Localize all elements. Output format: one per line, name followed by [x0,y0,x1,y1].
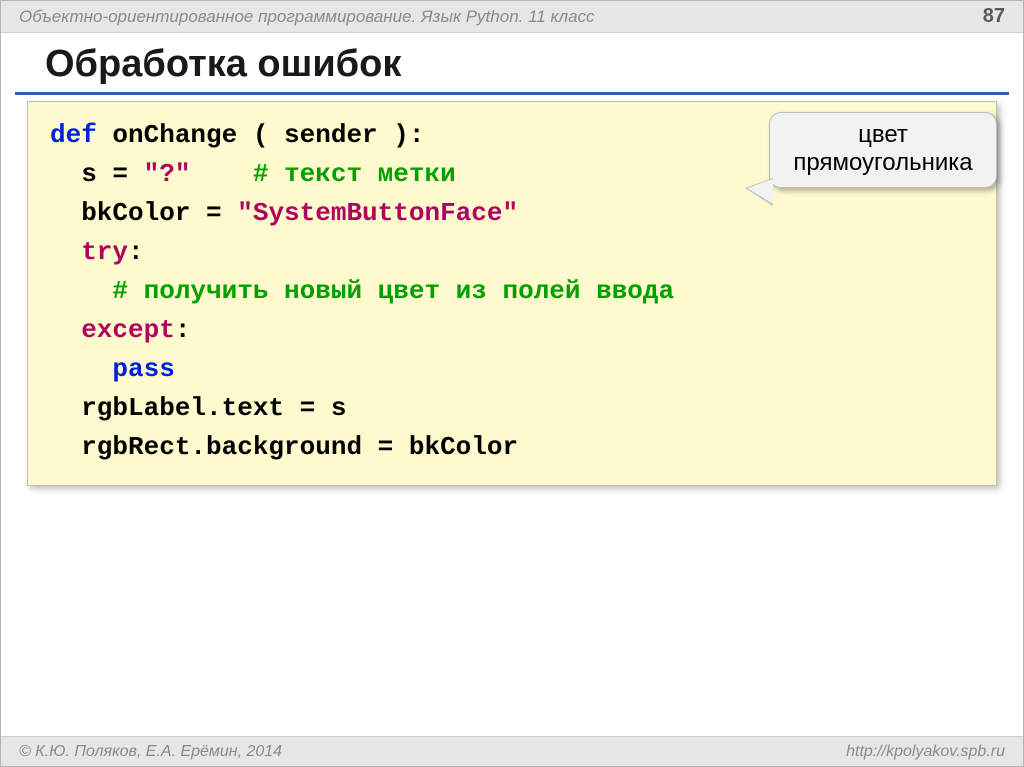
kw-def: def [50,120,97,150]
code-text: rgbLabel.text = s [50,393,346,423]
code-text: bkColor = [50,198,237,228]
code-text: : [175,315,191,345]
footer-bar: © К.Ю. Поляков, Е.А. Ерёмин, 2014 http:/… [1,736,1023,766]
callout: цвет прямоугольника [769,112,997,188]
code-text: onChange ( sender ): [97,120,425,150]
kw-pass: pass [112,354,174,384]
course-title: Объектно-ориентированное программировани… [19,7,595,27]
code-comment: # текст метки [253,159,456,189]
code-text [50,354,112,384]
page-title: Обработка ошибок [15,33,1009,95]
footer-copyright: © К.Ю. Поляков, Е.А. Ерёмин, 2014 [19,743,282,761]
code-string: "?" [144,159,191,189]
code-text: rgbRect.background = bkColor [50,432,518,462]
callout-line1: цвет [780,121,986,149]
code-comment: # получить новый цвет из полей ввода [112,276,674,306]
code-text [50,276,112,306]
slide: Объектно-ориентированное программировани… [0,0,1024,767]
code-text [190,159,252,189]
header-bar: Объектно-ориентированное программировани… [1,1,1023,33]
kw-except: except [50,315,175,345]
code-text: : [128,237,144,267]
callout-line2: прямоугольника [780,149,986,177]
page-number: 87 [983,5,1005,28]
kw-try: try [50,237,128,267]
code-string: "SystemButtonFace" [237,198,518,228]
code-text: s = [50,159,144,189]
footer-url: http://kpolyakov.spb.ru [846,743,1005,761]
